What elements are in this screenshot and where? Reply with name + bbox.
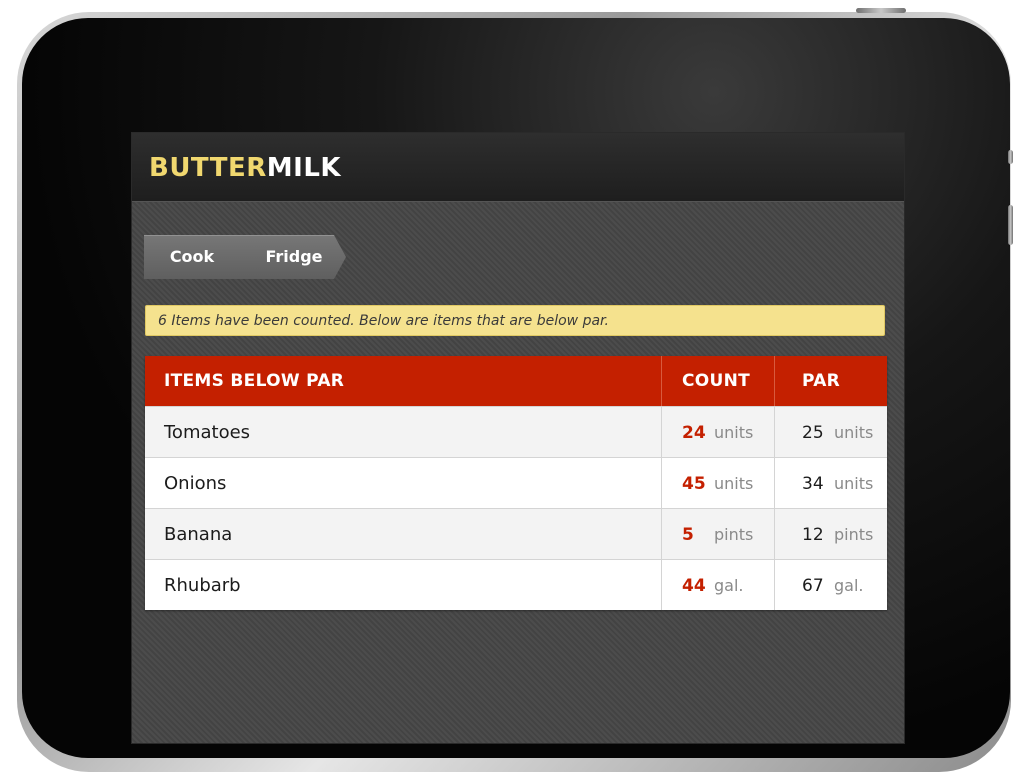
header-par: PAR xyxy=(774,356,887,406)
count-unit: units xyxy=(714,423,754,442)
count-value: 24 xyxy=(682,423,706,443)
header-items: ITEMS BELOW PAR xyxy=(164,371,345,391)
count-unit: gal. xyxy=(714,576,744,595)
item-name: Onions xyxy=(164,473,227,494)
table-row[interactable]: Rhubarb 44 gal. 67 gal. xyxy=(145,559,887,610)
table-row[interactable]: Tomatoes 24 units 25 units xyxy=(145,406,887,457)
par-unit: pints xyxy=(834,525,874,544)
count-value: 45 xyxy=(682,474,706,494)
table-header: ITEMS BELOW PAR COUNT PAR xyxy=(145,356,887,406)
par-cell: 25 units xyxy=(774,407,887,457)
app-header: BUTTERMILK xyxy=(132,133,904,202)
header-count: COUNT xyxy=(661,356,774,406)
count-unit: units xyxy=(714,474,754,493)
count-cell: 24 units xyxy=(661,407,774,457)
count-value: 5 xyxy=(682,525,694,545)
count-value: 44 xyxy=(682,576,706,596)
brand-logo-secondary: MILK xyxy=(266,153,342,183)
brand-logo-primary: BUTTER xyxy=(149,153,267,183)
item-name: Tomatoes xyxy=(164,422,251,443)
table-row[interactable]: Onions 45 units 34 units xyxy=(145,457,887,508)
count-cell: 44 gal. xyxy=(661,560,774,610)
side-switch xyxy=(1008,150,1013,164)
breadcrumb-label: Cook xyxy=(169,247,215,266)
count-cell: 5 pints xyxy=(661,509,774,559)
item-name: Rhubarb xyxy=(164,575,241,596)
par-cell: 34 units xyxy=(774,458,887,508)
item-name: Banana xyxy=(164,524,233,545)
count-unit: pints xyxy=(714,525,754,544)
breadcrumb-item-fridge[interactable]: Fridge xyxy=(234,235,346,279)
power-button xyxy=(856,8,906,13)
par-value: 12 xyxy=(802,525,824,545)
brand-logo: BUTTERMILK xyxy=(149,152,341,184)
par-cell: 12 pints xyxy=(774,509,887,559)
par-value: 67 xyxy=(802,576,824,596)
breadcrumb-label: Fridge xyxy=(265,247,323,266)
count-notice: 6 Items have been counted. Below are ite… xyxy=(145,305,885,336)
items-below-par-table: ITEMS BELOW PAR COUNT PAR Tomatoes 24 uni… xyxy=(145,356,887,610)
app-screen: BUTTERMILK Fridge Cook 6 Items have been… xyxy=(132,133,904,743)
volume-button xyxy=(1008,205,1013,245)
par-unit: gal. xyxy=(834,576,864,595)
table-row[interactable]: Banana 5 pints 12 pints xyxy=(145,508,887,559)
par-unit: units xyxy=(834,423,874,442)
count-cell: 45 units xyxy=(661,458,774,508)
par-value: 34 xyxy=(802,474,824,494)
par-cell: 67 gal. xyxy=(774,560,887,610)
par-unit: units xyxy=(834,474,874,493)
par-value: 25 xyxy=(802,423,824,443)
breadcrumb-item-cook[interactable]: Cook xyxy=(144,235,248,279)
